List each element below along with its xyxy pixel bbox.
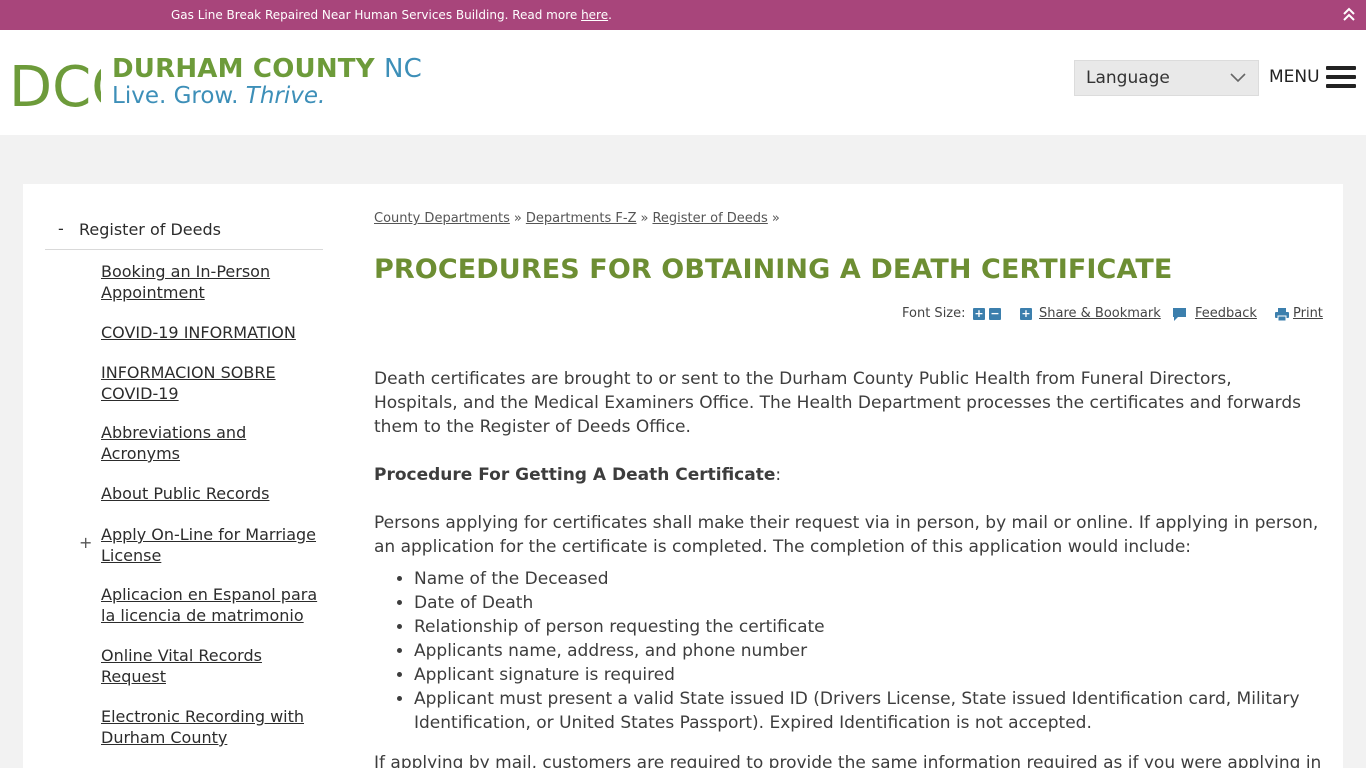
chevron-double-up-icon[interactable] — [1342, 6, 1356, 22]
feedback-link[interactable]: Feedback — [1195, 306, 1257, 321]
mail-paragraph: If applying by mail, customers are requi… — [374, 753, 1322, 768]
breadcrumb-county-departments[interactable]: County Departments — [374, 211, 510, 226]
sidebar-current-label: Register of Deeds — [79, 220, 221, 239]
sidebar-item-booking[interactable]: Booking an In-Person Appointment — [101, 261, 326, 303]
main-panel: - Register of Deeds Booking an In-Person… — [23, 184, 1343, 768]
alert-text: Gas Line Break Repaired Near Human Servi… — [171, 8, 582, 22]
requirements-list: Name of the Deceased Date of Death Relat… — [414, 567, 1314, 735]
sidebar-item-covid-es[interactable]: INFORMACION SOBRE COVID-19 — [101, 362, 326, 404]
alert-suffix: . — [608, 8, 612, 22]
font-increase-icon[interactable]: + — [973, 308, 985, 320]
share-bookmark-link[interactable]: Share & Bookmark — [1039, 306, 1161, 321]
sidebar-item-vital-records[interactable]: Online Vital Records Request — [101, 645, 326, 687]
language-select[interactable]: Language — [1074, 60, 1259, 96]
county-tagline: Live. Grow. Thrive. — [112, 83, 325, 109]
print-icon — [1275, 308, 1289, 321]
font-size-label: Font Size: — [902, 306, 966, 321]
chevron-down-icon — [1230, 73, 1246, 83]
list-item: Applicant must present a valid State iss… — [414, 687, 1314, 735]
tagline-main: Live. Grow. — [112, 83, 239, 109]
sidebar-item-e-recording[interactable]: Electronic Recording with Durham County — [101, 706, 326, 748]
collapse-icon[interactable]: - — [58, 219, 64, 238]
alert-message: Gas Line Break Repaired Near Human Servi… — [171, 8, 612, 22]
breadcrumb-register-of-deeds[interactable]: Register of Deeds — [652, 211, 767, 226]
application-paragraph: Persons applying for certificates shall … — [374, 513, 1319, 557]
breadcrumb: County Departments» Departments F-Z» Regis… — [374, 211, 784, 226]
font-decrease-icon[interactable]: − — [989, 308, 1001, 320]
site-header: DCO DURHAM COUNTY NC Live. Grow. Thrive.… — [0, 30, 1366, 135]
sidebar-item-marriage-license[interactable]: Apply On-Line for Marriage License — [101, 524, 326, 566]
logo-letters: DCO — [9, 58, 101, 110]
sidebar-item-marriage-es[interactable]: Aplicacion en Espanol para la licencia d… — [101, 584, 326, 626]
menu-label: MENU — [1269, 67, 1320, 87]
county-name: DURHAM COUNTY NC — [112, 54, 422, 84]
page-tools: Font Size: + − + Share & Bookmark Feedba… — [884, 306, 1324, 324]
breadcrumb-separator: » — [640, 211, 649, 226]
list-item: Name of the Deceased — [414, 567, 1314, 591]
alert-bar: Gas Line Break Repaired Near Human Servi… — [0, 0, 1366, 30]
county-name-nc: NC — [384, 54, 423, 84]
procedure-heading-strong: Procedure For Getting A Death Certificat… — [374, 465, 776, 485]
tagline-thrive: Thrive. — [245, 83, 326, 109]
page-title: PROCEDURES FOR OBTAINING A DEATH CERTIFI… — [374, 254, 1173, 285]
breadcrumb-separator: » — [771, 211, 780, 226]
expand-icon[interactable]: + — [79, 533, 92, 552]
sidebar-item-abbreviations[interactable]: Abbreviations and Acronyms — [101, 422, 326, 464]
print-link[interactable]: Print — [1293, 306, 1323, 321]
sidebar-current-section[interactable]: - Register of Deeds — [45, 216, 323, 250]
share-icon: + — [1020, 307, 1032, 320]
language-label: Language — [1086, 68, 1170, 88]
alert-read-more-link[interactable]: here — [581, 8, 608, 22]
dco-logo-icon: DCO — [9, 58, 101, 110]
procedure-heading-suffix: : — [775, 465, 782, 485]
sidebar-item-covid[interactable]: COVID-19 INFORMATION — [101, 322, 326, 343]
breadcrumb-departments-f-z[interactable]: Departments F-Z — [526, 211, 637, 226]
intro-paragraph: Death certificates are brought to or sen… — [374, 369, 1301, 437]
breadcrumb-separator: » — [513, 211, 522, 226]
hamburger-icon — [1326, 66, 1356, 88]
feedback-icon — [1173, 308, 1186, 321]
county-name-main: DURHAM COUNTY — [112, 54, 375, 84]
list-item: Date of Death — [414, 591, 1314, 615]
list-item: Relationship of person requesting the ce… — [414, 615, 1314, 639]
sidebar-item-public-records[interactable]: About Public Records — [101, 483, 326, 504]
list-item: Applicants name, address, and phone numb… — [414, 639, 1314, 663]
procedure-heading: Procedure For Getting A Death Certificat… — [374, 463, 781, 487]
list-item: Applicant signature is required — [414, 663, 1314, 687]
